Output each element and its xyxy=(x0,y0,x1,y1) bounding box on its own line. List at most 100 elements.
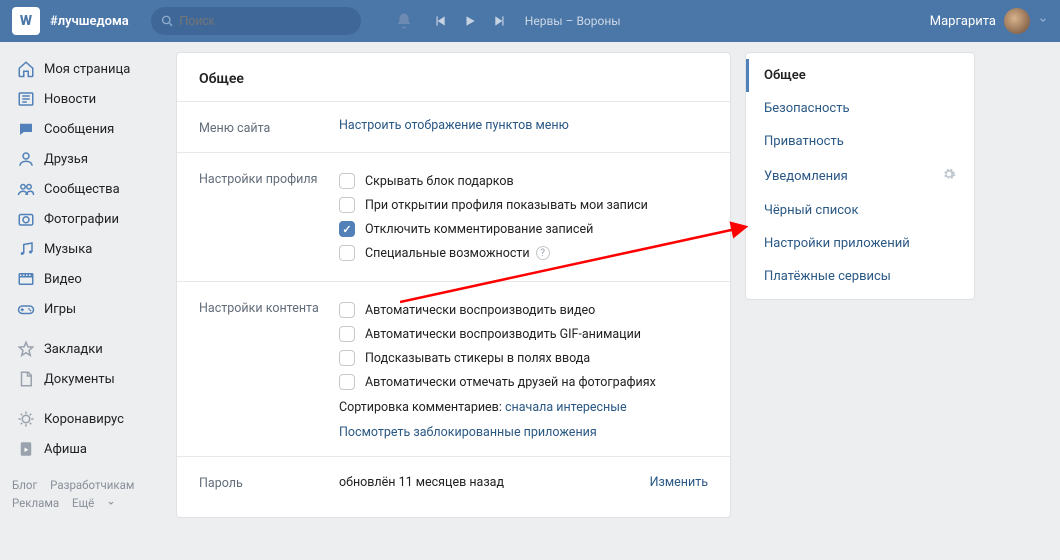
section-label: Настройки профиля xyxy=(199,169,339,265)
doc-icon xyxy=(16,369,36,389)
sidebar-item-home[interactable]: Моя страница xyxy=(12,54,162,84)
sort-value-link[interactable]: сначала интересные xyxy=(505,400,627,415)
settings-tab-Настройки приложений[interactable]: Настройки приложений xyxy=(746,227,974,260)
gear-icon[interactable] xyxy=(942,167,956,185)
music-icon xyxy=(16,239,36,259)
section-menu-site: Меню сайта Настроить отображение пунктов… xyxy=(177,102,730,153)
checkbox[interactable] xyxy=(339,302,355,318)
option-accessibility[interactable]: Специальные возможности? xyxy=(339,241,708,265)
option-autoplay_video[interactable]: Автоматически воспроизводить видео xyxy=(339,298,708,322)
checkbox[interactable] xyxy=(339,326,355,342)
checkbox[interactable] xyxy=(339,221,355,237)
nav-label: Закладки xyxy=(44,342,103,357)
username: Маргарита xyxy=(930,14,996,29)
help-icon[interactable]: ? xyxy=(536,246,550,260)
tab-label: Приватность xyxy=(764,134,844,149)
option-auto_tag[interactable]: Автоматически отмечать друзей на фотогра… xyxy=(339,370,708,394)
configure-menu-link[interactable]: Настроить отображение пунктов меню xyxy=(339,118,569,133)
footer-ads[interactable]: Реклама xyxy=(12,496,59,510)
footer-dev[interactable]: Разработчикам xyxy=(50,478,134,492)
settings-tab-Приватность[interactable]: Приватность xyxy=(746,125,974,158)
checkbox[interactable] xyxy=(339,350,355,366)
next-track-icon[interactable] xyxy=(487,8,513,34)
change-password-link[interactable]: Изменить xyxy=(650,475,708,490)
nav-label: Моя страница xyxy=(44,62,130,77)
group-icon xyxy=(16,179,36,199)
game-icon xyxy=(16,299,36,319)
option-autoplay_gif[interactable]: Автоматически воспроизводить GIF-анимаци… xyxy=(339,322,708,346)
section-password: Пароль обновлён 11 месяцев назад Изменит… xyxy=(177,457,730,507)
sidebar-item-music[interactable]: Музыка xyxy=(12,234,162,264)
poster-icon xyxy=(16,439,36,459)
sidebar-item-photo[interactable]: Фотографии xyxy=(12,204,162,234)
nav-label: Афиша xyxy=(44,442,87,457)
sidebar-item-star[interactable]: Закладки xyxy=(12,334,162,364)
section-label: Настройки контента xyxy=(199,298,339,440)
sidebar-item-virus[interactable]: Коронавирус xyxy=(12,404,162,434)
sidebar-item-poster[interactable]: Афиша xyxy=(12,434,162,464)
settings-tab-Уведомления[interactable]: Уведомления xyxy=(746,158,974,194)
nav-label: Друзья xyxy=(44,152,88,167)
video-icon xyxy=(16,269,36,289)
avatar xyxy=(1004,8,1030,34)
sidebar-item-news[interactable]: Новости xyxy=(12,84,162,114)
sort-line: Сортировка комментариев: сначала интерес… xyxy=(339,400,708,415)
vk-logo[interactable]: W xyxy=(12,7,40,35)
nav-label: Игры xyxy=(44,302,76,317)
user-menu[interactable]: Маргарита xyxy=(930,8,1048,34)
option-label: Специальные возможности xyxy=(365,246,530,261)
prev-track-icon[interactable] xyxy=(427,8,453,34)
left-nav: Моя страница Новости Сообщения Друзья Сообще… xyxy=(12,52,162,518)
nav-label: Коронавирус xyxy=(44,412,124,427)
option-hide_gifts[interactable]: Скрывать блок подарков xyxy=(339,169,708,193)
play-icon[interactable] xyxy=(457,8,483,34)
chevron-down-icon xyxy=(1038,14,1048,29)
option-label: При открытии профиля показывать мои запи… xyxy=(365,198,648,213)
settings-tab-Безопасность[interactable]: Безопасность xyxy=(746,92,974,125)
option-show_posts_on_open[interactable]: При открытии профиля показывать мои запи… xyxy=(339,193,708,217)
checkbox[interactable] xyxy=(339,173,355,189)
track-title[interactable]: Нервы – Вороны xyxy=(525,14,621,28)
option-disable_comments[interactable]: Отключить комментирование записей xyxy=(339,217,708,241)
blocked-apps-link[interactable]: Посмотреть заблокированные приложения xyxy=(339,425,597,440)
search-input[interactable] xyxy=(179,14,350,28)
nav-label: Документы xyxy=(44,372,115,387)
sidebar-item-msg[interactable]: Сообщения xyxy=(12,114,162,144)
sidebar-item-video[interactable]: Видео xyxy=(12,264,162,294)
footer-links: Блог Разработчикам Реклама Ещё xyxy=(12,478,162,518)
footer-more[interactable]: Ещё xyxy=(72,496,115,514)
tab-label: Безопасность xyxy=(764,101,850,116)
sidebar-item-group[interactable]: Сообщества xyxy=(12,174,162,204)
news-icon xyxy=(16,89,36,109)
search-icon xyxy=(161,14,174,28)
settings-tab-Платёжные сервисы[interactable]: Платёжные сервисы xyxy=(746,260,974,293)
section-label: Меню сайта xyxy=(199,118,339,136)
content-checks: Автоматически воспроизводить видео Автома… xyxy=(339,298,708,394)
sidebar-item-doc[interactable]: Документы xyxy=(12,364,162,394)
media-controls: Нервы – Вороны xyxy=(427,8,621,34)
photo-icon xyxy=(16,209,36,229)
nav-label: Видео xyxy=(44,272,82,287)
sidebar-item-friends[interactable]: Друзья xyxy=(12,144,162,174)
section-profile-settings: Настройки профиля Скрывать блок подарков… xyxy=(177,153,730,282)
option-label: Отключить комментирование записей xyxy=(365,222,593,237)
settings-tab-Чёрный список[interactable]: Чёрный список xyxy=(746,194,974,227)
footer-blog[interactable]: Блог xyxy=(12,478,37,492)
slogan: #лучшедома xyxy=(50,14,129,29)
option-suggest_stickers[interactable]: Подсказывать стикеры в полях ввода xyxy=(339,346,708,370)
nav-label: Новости xyxy=(44,92,96,107)
profile-opts: Скрывать блок подарков При открытии профи… xyxy=(339,169,708,265)
nav-label: Музыка xyxy=(44,242,92,257)
search-box[interactable] xyxy=(151,7,361,35)
settings-tab-Общее[interactable]: Общее xyxy=(746,59,974,92)
tab-label: Платёжные сервисы xyxy=(764,269,891,284)
nav-list-main: Моя страница Новости Сообщения Друзья Сообще… xyxy=(12,54,162,324)
checkbox[interactable] xyxy=(339,245,355,261)
checkbox[interactable] xyxy=(339,374,355,390)
sidebar-item-game[interactable]: Игры xyxy=(12,294,162,324)
option-label: Автоматически воспроизводить GIF-анимаци… xyxy=(365,327,641,342)
topbar: W #лучшедома Нервы – Вороны Маргарита xyxy=(0,0,1060,42)
settings-sidebar: Общее Безопасность Приватность УведомленияЧ… xyxy=(745,52,975,300)
notifications-icon[interactable] xyxy=(391,8,417,34)
checkbox[interactable] xyxy=(339,197,355,213)
